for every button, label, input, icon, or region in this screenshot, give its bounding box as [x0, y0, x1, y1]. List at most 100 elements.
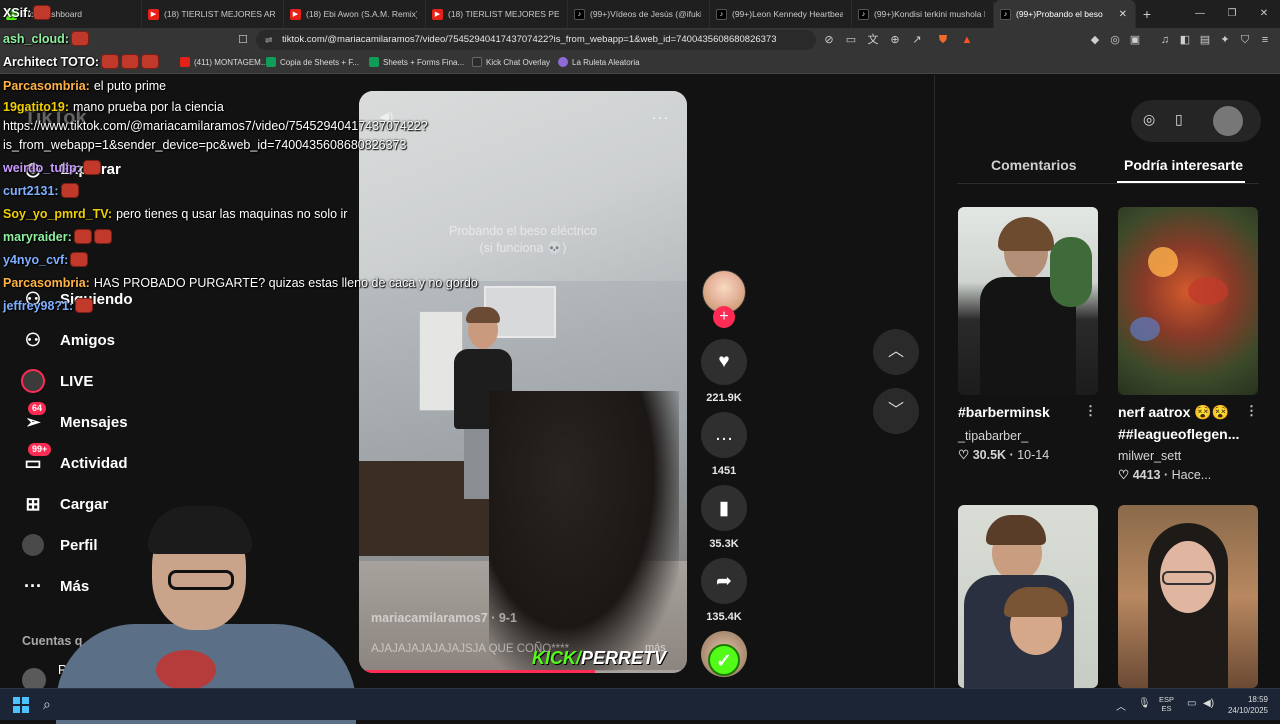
chat-message: https://www.tiktok.com/@mariacamilaramos… — [3, 119, 428, 133]
chat-username: 19gatito19: — [3, 100, 69, 114]
bookmark-item[interactable]: (411) MONTAGEM... — [180, 57, 268, 67]
previous-video-button[interactable]: ︿ — [873, 329, 919, 375]
site-info-icon[interactable]: ⇌ — [265, 30, 273, 50]
search-icon[interactable]: ⌕ — [43, 696, 51, 713]
suggested-video-thumbnail[interactable] — [958, 207, 1098, 395]
browser-tab[interactable]: ▶ (18) Ebi Awon (S.A.M. Remix) - — [284, 0, 426, 28]
vpn-icon[interactable]: ⛉ — [1238, 33, 1252, 47]
extension-icon[interactable]: ◆ — [1088, 33, 1102, 47]
minimize-icon[interactable]: — — [1184, 0, 1216, 28]
share-icon[interactable]: ↗ — [910, 33, 924, 47]
suggested-video-thumbnail[interactable] — [1118, 505, 1258, 688]
new-tab-button[interactable]: + — [1136, 6, 1158, 22]
share-action[interactable]: ➦ 135.4K — [700, 558, 748, 623]
video-player[interactable]: ◀) ··· Probando el beso eléctrico (si fu… — [359, 91, 687, 673]
comment-count: 1451 — [711, 465, 737, 477]
extension-icon[interactable]: ▣ — [1128, 33, 1142, 47]
microphone-icon[interactable]: 🎙 — [1138, 698, 1151, 709]
bookmark-item[interactable]: Sheets + Forms Fina... — [369, 57, 464, 67]
nav-mensajes[interactable]: ➢ 64 Mensajes — [20, 402, 128, 434]
browser-tab[interactable]: ♪ (99+)Vídeos de Jesús (@ifukin — [568, 0, 710, 28]
youtube-favicon-icon: ▶ — [290, 8, 301, 20]
save-count: 35.3K — [709, 538, 739, 550]
close-tab-icon[interactable]: ✕ — [1119, 9, 1127, 20]
clock-time: 18:59 — [1247, 695, 1268, 704]
comment-icon[interactable]: … — [701, 412, 747, 458]
translate-icon[interactable]: 文 — [866, 33, 880, 47]
tab-comments[interactable]: Comentarios — [991, 157, 1077, 173]
wallet-icon[interactable]: ▤ — [1198, 33, 1212, 47]
tiktok-icon[interactable]: ◎ — [1143, 111, 1155, 128]
user-avatar-icon[interactable] — [1213, 106, 1243, 136]
chat-text: HAS PROBADO PURGARTE? quizas estas lleno… — [93, 276, 478, 290]
webcam-frame — [156, 650, 216, 690]
save-action[interactable]: ▮ 35.3K — [700, 485, 748, 550]
tab-suggested[interactable]: Podría interesarte — [1124, 157, 1243, 173]
sidebar-icon[interactable]: ◧ — [1178, 33, 1192, 47]
menu-icon[interactable]: ≡ — [1258, 33, 1272, 47]
suggested-video-user[interactable]: milwer_sett — [1118, 449, 1181, 463]
suggested-video-title[interactable]: nerf aatrox 😵😵 — [1118, 404, 1244, 421]
follow-plus-icon[interactable]: + — [713, 306, 735, 328]
more-options-icon[interactable]: ⋮ — [1245, 403, 1258, 419]
video-author[interactable]: mariacamilaramos7 · 9-1 — [371, 611, 517, 625]
browser-tab[interactable]: ▶ (18) TIERLIST MEJORES PE — [426, 0, 568, 28]
share-arrow-icon[interactable]: ➦ — [701, 558, 747, 604]
chat-message: ash_cloud: — [3, 31, 89, 46]
phone-icon[interactable]: ▯ — [1175, 111, 1183, 128]
video-progress-bar[interactable] — [359, 670, 687, 673]
bookmark-item[interactable]: Copia de Sheets + F... — [266, 57, 359, 67]
nav-actividad[interactable]: ▭ 99+ Actividad — [20, 443, 128, 475]
zoom-icon[interactable]: ⊕ — [888, 33, 902, 47]
messages-icon: ➢ 64 — [20, 402, 47, 433]
browser-tab-active[interactable]: ♪ (99+)Probando el beso ✕ — [994, 0, 1136, 28]
comment-action[interactable]: … 1451 — [700, 412, 748, 477]
bookmark-item[interactable]: Kick Chat Overlay — [472, 57, 550, 67]
stream-logo: KICK/PERRETV — [532, 648, 666, 669]
cast-icon[interactable]: ▭ — [844, 33, 858, 47]
suggested-video-title[interactable]: ##leagueoflegen... — [1118, 426, 1244, 442]
language-indicator[interactable]: ESP ES — [1159, 695, 1174, 713]
browser-tab[interactable]: ▶ (18) TIERLIST MEJORES AR — [142, 0, 284, 28]
chat-username: Soy_yo_pmrd_TV: — [3, 207, 113, 221]
nav-live[interactable]: LIVE — [20, 369, 93, 393]
extension-icon[interactable]: ◎ — [1108, 33, 1122, 47]
bookmark-star-icon[interactable]: ☐ — [236, 33, 250, 47]
brave-rewards-icon[interactable]: ▲ — [960, 33, 974, 47]
sheets-favicon-icon — [369, 57, 379, 67]
browser-tab[interactable]: ♪ (99+)Kondisi terkini mushola P — [852, 0, 994, 28]
like-action[interactable]: ♥ 221.9K — [700, 339, 748, 404]
maximize-icon[interactable]: ❐ — [1216, 0, 1248, 28]
browser-tab[interactable]: ♪ (99+)Leon Kennedy Heartbeat — [710, 0, 852, 28]
clock-date: 24/10/2025 — [1227, 706, 1268, 715]
next-video-button[interactable]: ﹀ — [873, 388, 919, 434]
webcam-frame — [168, 570, 234, 590]
chat-emote-icon — [33, 5, 52, 20]
bookmark-icon[interactable]: ▮ — [701, 485, 747, 531]
roulette-favicon-icon — [558, 57, 568, 67]
no-video-icon[interactable]: ⊘ — [822, 33, 836, 47]
suggested-video-thumbnail[interactable] — [958, 505, 1098, 688]
clock[interactable]: 18:59 24/10/2025 — [1224, 694, 1268, 716]
stream-logo-prefix: KICK/ — [532, 648, 581, 668]
address-bar[interactable]: ⇌ tiktok.com/@mariacamilaramos7/video/754… — [256, 30, 816, 50]
close-window-icon[interactable]: ✕ — [1248, 0, 1280, 28]
suggested-video-thumbnail[interactable] — [1118, 207, 1258, 395]
more-options-icon[interactable]: ··· — [652, 109, 669, 125]
chat-message: jeffrey98?1: — [3, 298, 94, 313]
more-options-icon[interactable]: ⋮ — [1084, 403, 1097, 419]
heart-icon[interactable]: ♥ — [701, 339, 747, 385]
volume-icon[interactable]: ◀) — [1203, 698, 1214, 709]
bookmark-item[interactable]: La Ruleta Aleatoria — [558, 57, 640, 67]
suggested-video-title[interactable]: #barberminsk — [958, 404, 1084, 420]
windows-start-icon[interactable] — [13, 697, 29, 713]
windows-taskbar: ⌕ ︿ 🎙 ESP ES ▭ ◀) 18:59 24/10/2025 — [0, 688, 1280, 720]
network-icon[interactable]: ▭ — [1187, 698, 1196, 709]
video-caption: (si funciona 💀) — [479, 241, 567, 255]
leo-icon[interactable]: ✦ — [1218, 33, 1232, 47]
suggested-video-user[interactable]: _tipabarber_ — [958, 429, 1028, 443]
media-icon[interactable]: ♫ — [1158, 33, 1172, 47]
nav-amigos[interactable]: ⚇ Amigos — [20, 328, 115, 352]
brave-shield-icon[interactable]: ⛊ — [936, 33, 950, 47]
chevron-up-icon[interactable]: ︿ — [1116, 698, 1126, 713]
